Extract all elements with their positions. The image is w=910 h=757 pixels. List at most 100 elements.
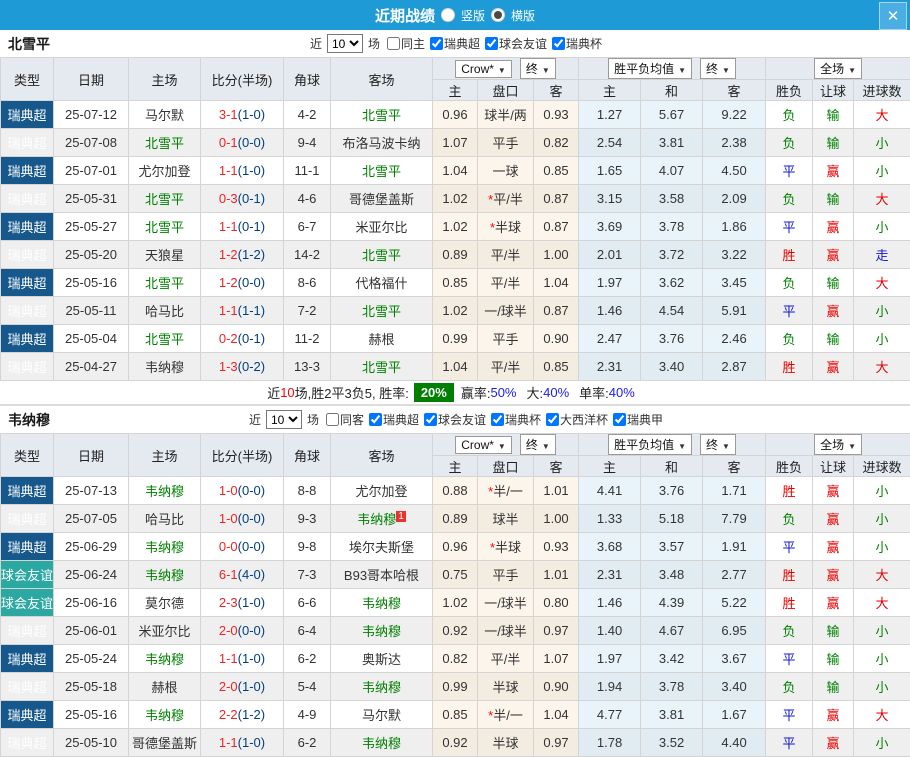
league-filter[interactable]: 瑞典杯: [547, 35, 602, 52]
card-badge: 1: [396, 511, 406, 522]
league-filter-checkbox[interactable]: [546, 413, 559, 426]
same-side-checkbox[interactable]: [387, 37, 400, 50]
cell-result-wdl: 平: [766, 297, 813, 325]
sub-col-header: 盘口: [478, 456, 534, 477]
league-filter[interactable]: 瑞典甲: [608, 411, 663, 428]
cell-score: 1-1(0-1): [201, 213, 284, 241]
cell-eu-home: 2.54: [579, 129, 641, 157]
cell-ah-handicap: *半球: [478, 533, 534, 561]
league-filter-checkbox[interactable]: [613, 413, 626, 426]
final-wdl-dropdown[interactable]: 终▼: [700, 434, 736, 455]
cell-result-wdl: 胜: [766, 241, 813, 269]
sub-col-header: 让球: [813, 80, 854, 101]
sub-col-header: 客: [534, 80, 579, 101]
match-row: 瑞典超25-05-16韦纳穆2-2(1-2)4-9马尔默0.85*半/一1.04…: [1, 701, 910, 729]
summary-record-text: 场,胜2平3负5, 胜率:: [295, 383, 409, 402]
league-filter-checkbox[interactable]: [369, 413, 382, 426]
league-filter-checkbox[interactable]: [430, 37, 443, 50]
league-filters: 瑞典超球会友谊 瑞典杯: [425, 35, 602, 52]
odds-company-dropdown[interactable]: Crow*▼: [455, 436, 512, 454]
final-odds-dropdown[interactable]: 终▼: [520, 434, 556, 455]
sub-col-header: 主: [579, 456, 641, 477]
match-row: 瑞典超25-05-04北雪平0-2(0-1)11-2赫根0.99平手0.902.…: [1, 325, 910, 353]
cell-away-team: 北雪平: [331, 353, 433, 381]
wdl-avg-dropdown[interactable]: 胜平负均值▼: [608, 58, 692, 79]
match-row: 瑞典超25-07-13韦纳穆1-0(0-0)8-8尤尔加登0.88*半/一1.0…: [1, 477, 910, 505]
league-filter-checkbox[interactable]: [491, 413, 504, 426]
full-match-dropdown[interactable]: 全场▼: [814, 434, 862, 455]
league-filter-checkbox[interactable]: [424, 413, 437, 426]
cell-eu-away: 6.95: [703, 617, 766, 645]
league-filter[interactable]: 瑞典超: [425, 35, 480, 52]
cell-result-goals: 小: [854, 157, 910, 185]
same-side-filter[interactable]: 同主: [382, 35, 425, 52]
layout-radio-horizontal-label[interactable]: 横版: [511, 7, 535, 24]
cell-eu-away: 7.79: [703, 505, 766, 533]
halftime-score: (1-2): [238, 247, 265, 262]
wdl-avg-dropdown[interactable]: 胜平负均值▼: [608, 434, 692, 455]
fulltime-score: 0-3: [219, 191, 238, 206]
cell-eu-home: 2.31: [579, 561, 641, 589]
cell-result-goals: 大: [854, 701, 910, 729]
cell-ah-handicap: 平手: [478, 325, 534, 353]
cell-league-type: 瑞典超: [1, 505, 54, 533]
cell-date: 25-05-16: [54, 269, 129, 297]
cell-away-team: B93哥本哈根: [331, 561, 433, 589]
league-filter[interactable]: 球会友谊: [419, 411, 486, 428]
same-side-filter[interactable]: 同客: [321, 411, 364, 428]
league-filter[interactable]: 瑞典超: [364, 411, 419, 428]
cell-eu-home: 1.46: [579, 589, 641, 617]
cell-result-wdl: 负: [766, 185, 813, 213]
cell-result-goals: 小: [854, 129, 910, 157]
cell-ah-handicap: 平/半: [478, 645, 534, 673]
layout-radio-vertical-label[interactable]: 竖版: [461, 7, 485, 24]
layout-radio-vertical[interactable]: [441, 8, 455, 22]
summary-item-value: 40%: [609, 385, 635, 400]
halftime-score: (0-0): [238, 539, 265, 554]
final-odds-dropdown[interactable]: 终▼: [520, 58, 556, 79]
full-match-dropdown[interactable]: 全场▼: [814, 58, 862, 79]
cell-away-team: 北雪平: [331, 297, 433, 325]
cell-eu-draw: 3.72: [641, 241, 703, 269]
cell-eu-draw: 3.62: [641, 269, 703, 297]
same-side-checkbox[interactable]: [326, 413, 339, 426]
cell-eu-away: 3.22: [703, 241, 766, 269]
fulltime-score: 3-1: [219, 107, 238, 122]
halftime-score: (1-0): [238, 595, 265, 610]
cell-eu-away: 2.09: [703, 185, 766, 213]
rounds-select[interactable]: 10: [327, 34, 363, 53]
league-filter[interactable]: 球会友谊: [480, 35, 547, 52]
cell-ah-away-odds: 1.00: [534, 241, 579, 269]
rounds-select[interactable]: 10: [266, 410, 302, 429]
odds-company-group: Crow*▼ 终▼: [433, 434, 579, 456]
fulltime-score: 2-3: [219, 595, 238, 610]
section-head: 北雪平 近 10 场 同主 瑞典超球会友谊瑞典杯: [0, 30, 910, 57]
cell-result-goals: 小: [854, 617, 910, 645]
odds-company-dropdown[interactable]: Crow*▼: [455, 60, 512, 78]
match-row: 瑞典超25-05-18赫根2-0(1-0)5-4韦纳穆0.99半球0.901.9…: [1, 673, 910, 701]
cell-league-type: 瑞典超: [1, 645, 54, 673]
league-filter[interactable]: 瑞典杯: [486, 411, 541, 428]
col-header: 主场: [129, 58, 201, 101]
window-title: 近期战绩: [375, 5, 435, 26]
league-filter-checkbox[interactable]: [552, 37, 565, 50]
final-wdl-dropdown[interactable]: 终▼: [700, 58, 736, 79]
league-filter-label: 瑞典超: [383, 411, 419, 428]
league-filter[interactable]: 大西洋杯: [541, 411, 608, 428]
halftime-score: (0-2): [238, 359, 265, 374]
match-row: 瑞典超25-07-08北雪平0-1(0-0)9-4布洛马波卡纳1.07平手0.8…: [1, 129, 910, 157]
cell-league-type: 瑞典超: [1, 325, 54, 353]
league-filter-label: 瑞典杯: [566, 35, 602, 52]
cell-ah-home-odds: 0.85: [433, 701, 478, 729]
cell-eu-draw: 3.81: [641, 129, 703, 157]
cell-result-handicap: 输: [813, 269, 854, 297]
close-button[interactable]: ✕: [879, 2, 907, 30]
cell-date: 25-05-16: [54, 701, 129, 729]
cell-home-team: 韦纳穆: [129, 561, 201, 589]
league-filter-checkbox[interactable]: [485, 37, 498, 50]
layout-radio-horizontal[interactable]: [491, 8, 505, 22]
cell-ah-home-odds: 0.85: [433, 269, 478, 297]
cell-eu-draw: 3.48: [641, 561, 703, 589]
odds-company-group: Crow*▼ 终▼: [433, 58, 579, 80]
cell-ah-away-odds: 1.00: [534, 505, 579, 533]
